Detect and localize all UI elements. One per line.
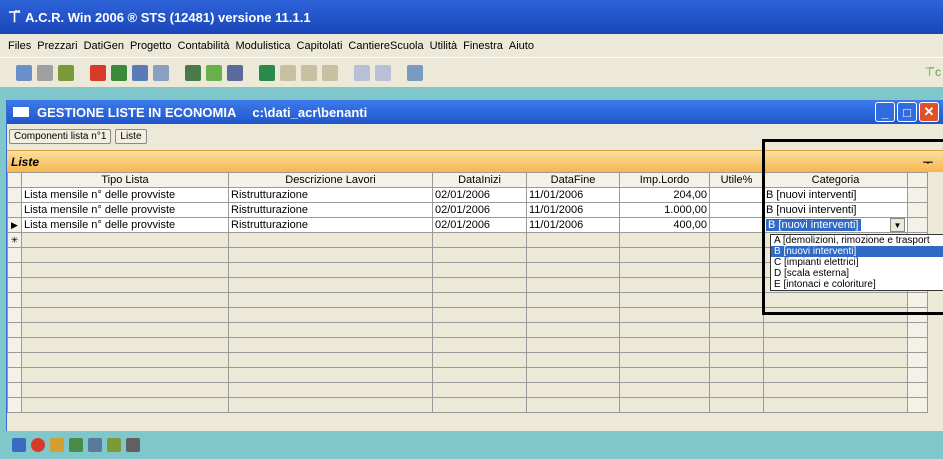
cell-tipo[interactable]: Lista mensile n° delle provviste	[21, 187, 229, 203]
notes-icon[interactable]	[88, 438, 102, 452]
window-title-bar: GESTIONE LISTE IN ECONOMIA c:\dati_acr\b…	[7, 100, 943, 124]
chart-icon[interactable]	[185, 64, 201, 81]
menu-utilita[interactable]: Utilità	[430, 40, 458, 52]
dropdown-option-selected[interactable]: B [nuovi interventi]	[771, 246, 943, 257]
tab-liste[interactable]: Liste	[115, 128, 147, 144]
folder-icon[interactable]	[227, 64, 243, 81]
current-row-indicator-icon[interactable]: ▶	[7, 217, 22, 233]
corner-logo-icon: ⊤̈c	[924, 65, 941, 79]
menu-contabilita[interactable]: Contabilità	[178, 40, 230, 52]
chart2-icon[interactable]	[206, 64, 222, 81]
tools3-icon[interactable]	[322, 64, 338, 81]
table-row[interactable]: Lista mensile n° delle provviste Ristrut…	[7, 202, 928, 218]
menu-bar: Files Prezzari DatiGen Progetto Contabil…	[0, 34, 943, 57]
cell-categoria-editing[interactable]: B [nuovi interventi] ▼	[763, 217, 908, 233]
book-icon[interactable]	[132, 64, 148, 81]
dropdown-option[interactable]: A [demolizioni, rimozione e trasport	[771, 235, 943, 246]
bottom-toolbar	[0, 431, 943, 459]
window-title: GESTIONE LISTE IN ECONOMIA	[37, 104, 237, 120]
tools2-icon[interactable]	[301, 64, 317, 81]
dropdown-arrow-icon[interactable]: ▼	[890, 218, 905, 232]
col-data-inizi[interactable]: DataInizi	[432, 172, 527, 188]
logo-icon[interactable]	[58, 64, 74, 81]
menu-cantierescuola[interactable]: CantiereScuola	[348, 40, 423, 52]
calculator-icon[interactable]	[111, 64, 127, 81]
dropdown-option[interactable]: E [intonaci e coloriture]	[771, 279, 943, 290]
cell-descr[interactable]: Ristrutturazione	[228, 217, 433, 233]
col-utile[interactable]: Utile%	[709, 172, 764, 188]
cell-descr[interactable]: Ristrutturazione	[228, 202, 433, 218]
report-icon[interactable]	[12, 438, 26, 452]
col-categoria[interactable]: Categoria	[763, 172, 908, 188]
categoria-select[interactable]: B [nuovi interventi]	[766, 219, 861, 231]
dropdown-option[interactable]: C [impianti elettrici]	[771, 257, 943, 268]
menu-modulistica[interactable]: Modulistica	[236, 40, 291, 52]
menu-progetto[interactable]: Progetto	[130, 40, 172, 52]
table-row[interactable]: Lista mensile n° delle provviste Ristrut…	[7, 187, 928, 203]
calc2-icon[interactable]	[407, 64, 423, 81]
copy-icon[interactable]	[37, 64, 53, 81]
cell-tipo[interactable]: Lista mensile n° delle provviste	[21, 202, 229, 218]
cancel-icon[interactable]	[31, 438, 45, 452]
tabs-row: Componenti lista n°1 Liste	[7, 126, 943, 146]
table-row-current[interactable]: ▶ Lista mensile n° delle provviste Ristr…	[7, 217, 928, 233]
window-icon[interactable]	[16, 64, 32, 81]
cell-utile[interactable]	[709, 202, 764, 218]
window-path: c:\dati_acr\benanti	[252, 104, 368, 120]
col-data-fine[interactable]: DataFine	[526, 172, 620, 188]
cell-fine[interactable]: 11/01/2006	[526, 202, 620, 218]
categoria-dropdown-list: A [demolizioni, rimozione e trasport B […	[770, 234, 943, 291]
menu-prezzari[interactable]: Prezzari	[37, 40, 77, 52]
cell-inizio[interactable]: 02/01/2006	[432, 187, 527, 203]
redo-icon[interactable]	[375, 64, 391, 81]
new-row-icon[interactable]: ✳	[7, 232, 22, 248]
menu-capitolati[interactable]: Capitolati	[297, 40, 343, 52]
cell-utile[interactable]	[709, 187, 764, 203]
pin-icon[interactable]: ᅮ	[923, 154, 933, 170]
cell-descr[interactable]: Ristrutturazione	[228, 187, 433, 203]
cell-imp[interactable]: 400,00	[619, 217, 710, 233]
excel-icon[interactable]	[259, 64, 275, 81]
liste-table: Tipo Lista Descrizione Lavori DataInizi …	[7, 172, 928, 413]
app-title: A.C.R. Win 2006 ® STS (12481) versione 1…	[25, 9, 311, 25]
cell-inizio[interactable]: 02/01/2006	[432, 217, 527, 233]
menu-finestra[interactable]: Finestra	[463, 40, 503, 52]
cell-imp[interactable]: 204,00	[619, 187, 710, 203]
grid-icon[interactable]	[153, 64, 169, 81]
tab-componenti[interactable]: Componenti lista n°1	[9, 128, 112, 144]
menu-datigen[interactable]: DatiGen	[84, 40, 124, 52]
dropdown-option[interactable]: D [scala esterna]	[771, 268, 943, 279]
filter-icon[interactable]	[107, 438, 121, 452]
panel-header: Liste ᅮ	[7, 150, 943, 172]
col-descrizione-lavori[interactable]: Descrizione Lavori	[228, 172, 433, 188]
maximize-button[interactable]: □	[897, 102, 917, 122]
cell-imp[interactable]: 1.000,00	[619, 202, 710, 218]
app-title-bar: ⊤̈ A.C.R. Win 2006 ® STS (12481) version…	[0, 0, 943, 34]
edit-icon[interactable]	[69, 438, 83, 452]
close-red-icon[interactable]	[90, 64, 106, 81]
close-button[interactable]: ✕	[919, 102, 939, 122]
table-header: Tipo Lista Descrizione Lavori DataInizi …	[7, 172, 928, 188]
window-icon	[13, 107, 29, 117]
cell-tipo[interactable]: Lista mensile n° delle provviste	[21, 217, 229, 233]
cell-categoria[interactable]: B [nuovi interventi]	[763, 202, 908, 218]
cell-categoria[interactable]: B [nuovi interventi]	[763, 187, 908, 203]
menu-aiuto[interactable]: Aiuto	[509, 40, 534, 52]
cell-fine[interactable]: 11/01/2006	[526, 187, 620, 203]
cell-inizio[interactable]: 02/01/2006	[432, 202, 527, 218]
menu-files[interactable]: Files	[8, 40, 31, 52]
col-tipo-lista[interactable]: Tipo Lista	[21, 172, 229, 188]
col-imp-lordo[interactable]: Imp.Lordo	[619, 172, 710, 188]
cell-utile[interactable]	[709, 217, 764, 233]
cell-fine[interactable]: 11/01/2006	[526, 217, 620, 233]
pencil-icon[interactable]	[50, 438, 64, 452]
minimize-button[interactable]: _	[875, 102, 895, 122]
panel-title: Liste	[11, 154, 40, 169]
print-icon[interactable]	[126, 438, 140, 452]
tools-icon[interactable]	[280, 64, 296, 81]
toolbar: ⊤̈c	[0, 57, 943, 87]
undo-icon[interactable]	[354, 64, 370, 81]
app-logo-icon: ⊤̈	[8, 9, 22, 26]
